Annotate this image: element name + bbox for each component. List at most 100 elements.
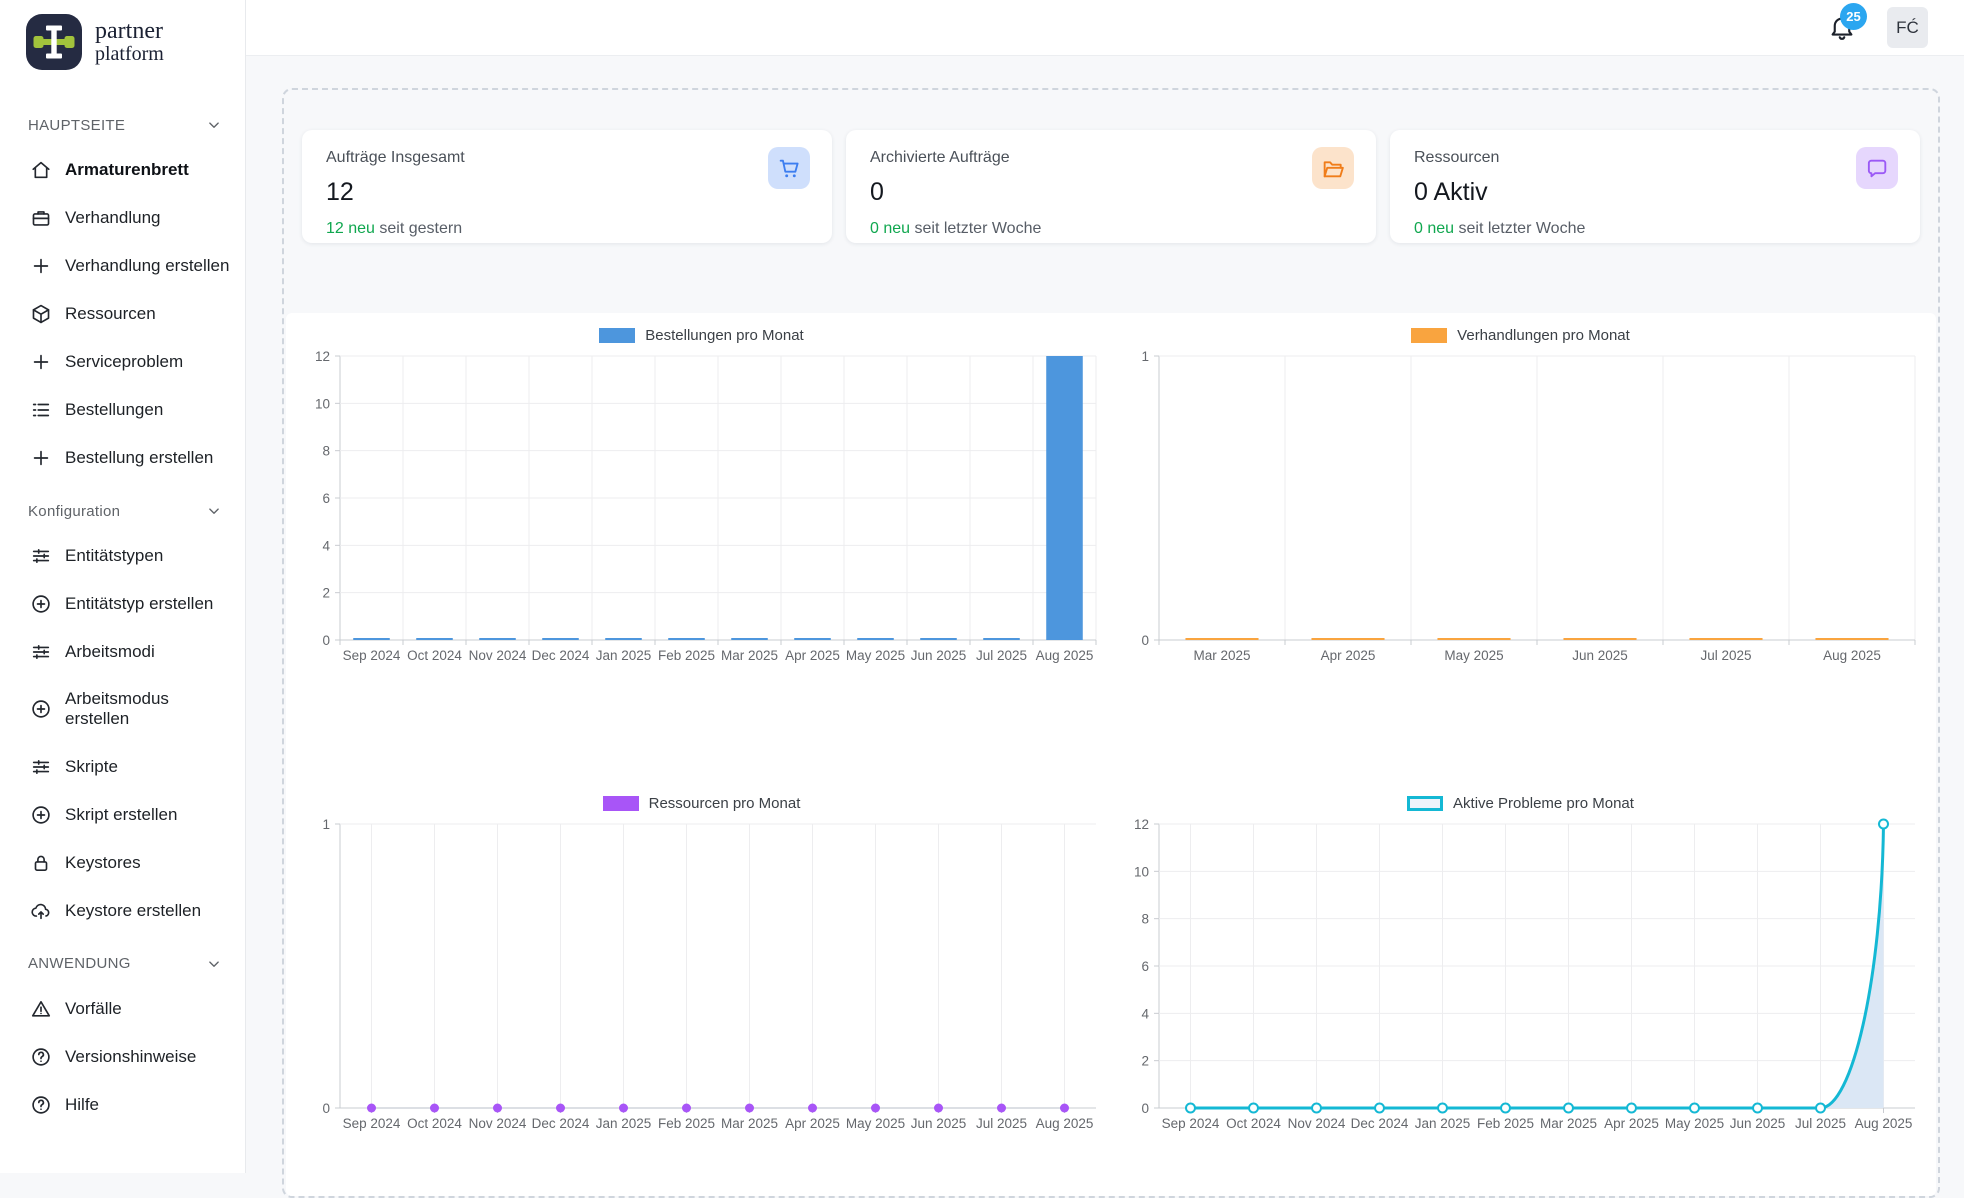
svg-text:Mar 2025: Mar 2025 <box>1539 1116 1596 1131</box>
sidebar-item-armaturenbrett[interactable]: Armaturenbrett <box>0 146 245 194</box>
chart-canvas-verhandlungen-pro-monat: 01Mar 2025Apr 2025May 2025Jun 2025Jul 20… <box>1117 348 1925 668</box>
sidebar-item-label: Skript erstellen <box>65 805 177 825</box>
card-archivierte-auftraege[interactable]: Archivierte Aufträge 0 0 neu seit letzte… <box>846 130 1376 243</box>
card-delta-positive: 12 neu <box>326 220 375 237</box>
chevron-down-icon <box>205 955 223 973</box>
svg-text:Apr 2025: Apr 2025 <box>1604 1116 1659 1131</box>
svg-text:Oct 2024: Oct 2024 <box>407 1116 462 1131</box>
card-delta-suffix: seit gestern <box>375 220 462 237</box>
svg-text:8: 8 <box>1141 911 1149 926</box>
sidebar-item-label: Verhandlung erstellen <box>65 256 229 276</box>
sidebar-item-label: Hilfe <box>65 1095 99 1115</box>
notification-count-badge: 25 <box>1840 3 1867 30</box>
sidebar-item-keystore-erstellen[interactable]: Keystore erstellen <box>0 887 245 935</box>
svg-text:Jan 2025: Jan 2025 <box>1414 1116 1470 1131</box>
svg-text:Jul 2025: Jul 2025 <box>975 648 1026 663</box>
legend-label: Ressourcen pro Monat <box>649 795 801 812</box>
sliders-icon <box>30 545 52 567</box>
svg-text:8: 8 <box>322 444 330 459</box>
chart-canvas-ressourcen-pro-monat: 01Sep 2024Oct 2024Nov 2024Dec 2024Jan 20… <box>298 816 1106 1136</box>
folder-iconbox <box>1312 147 1354 189</box>
card-title: Aufträge Insgesamt <box>326 149 808 167</box>
chart-bestellungen-pro-monat: Bestellungen pro Monat024681012Sep 2024O… <box>292 327 1111 729</box>
card-auftraege-insgesamt[interactable]: Aufträge Insgesamt 12 12 neu seit gester… <box>302 130 832 243</box>
svg-text:4: 4 <box>322 538 330 553</box>
sidebar-item-verhandlung[interactable]: Verhandlung <box>0 194 245 242</box>
chart-legend[interactable]: Verhandlungen pro Monat <box>1411 327 1630 344</box>
sidebar-item-hilfe[interactable]: Hilfe <box>0 1081 245 1129</box>
brand-logo[interactable]: partner platform <box>0 10 245 72</box>
sidebar-item-label: Arbeitsmodi <box>65 642 155 662</box>
sidebar-item-entitätstypen[interactable]: Entitätstypen <box>0 532 245 580</box>
svg-text:Dec 2024: Dec 2024 <box>531 1116 589 1131</box>
brand-line2: platform <box>95 44 164 65</box>
chart-legend[interactable]: Aktive Probleme pro Monat <box>1407 795 1634 812</box>
sidebar-item-serviceproblem[interactable]: Serviceproblem <box>0 338 245 386</box>
svg-text:May 2025: May 2025 <box>845 1116 904 1131</box>
svg-text:0: 0 <box>1141 633 1149 648</box>
svg-text:Aug 2025: Aug 2025 <box>1823 648 1881 663</box>
legend-label: Aktive Probleme pro Monat <box>1453 795 1634 812</box>
svg-text:Apr 2025: Apr 2025 <box>785 1116 840 1131</box>
svg-text:Mar 2025: Mar 2025 <box>720 1116 777 1131</box>
svg-text:Aug 2025: Aug 2025 <box>1035 648 1093 663</box>
card-value: 0 <box>870 178 1352 207</box>
plus-icon <box>30 255 52 277</box>
sidebar-item-skript-erstellen[interactable]: Skript erstellen <box>0 791 245 839</box>
chart-legend[interactable]: Bestellungen pro Monat <box>599 327 803 344</box>
sidebar-section-header-anwendung[interactable]: ANWENDUNG <box>0 943 245 985</box>
card-title: Ressourcen <box>1414 149 1896 167</box>
svg-text:Nov 2024: Nov 2024 <box>1287 1116 1345 1131</box>
card-delta: 0 neu seit letzter Woche <box>870 220 1352 238</box>
sidebar-item-arbeitsmodus-erstellen[interactable]: Arbeitsmodus erstellen <box>0 676 245 743</box>
card-ressourcen[interactable]: Ressourcen 0 Aktiv 0 neu seit letzter Wo… <box>1390 130 1920 243</box>
cart-iconbox <box>768 147 810 189</box>
sidebar-item-keystores[interactable]: Keystores <box>0 839 245 887</box>
sidebar-item-skripte[interactable]: Skripte <box>0 743 245 791</box>
svg-text:May 2025: May 2025 <box>1664 1116 1723 1131</box>
svg-text:Feb 2025: Feb 2025 <box>1476 1116 1533 1131</box>
folder-open-icon <box>1321 156 1346 181</box>
sidebar-section-header-hauptseite[interactable]: HAUPTSEITE <box>0 104 245 146</box>
svg-text:Dec 2024: Dec 2024 <box>1350 1116 1408 1131</box>
question-icon <box>30 1094 52 1116</box>
plus-circle-icon <box>30 698 52 720</box>
sidebar-item-arbeitsmodi[interactable]: Arbeitsmodi <box>0 628 245 676</box>
svg-text:Jul 2025: Jul 2025 <box>975 1116 1026 1131</box>
plus-circle-icon <box>30 804 52 826</box>
sidebar-item-label: Bestellung erstellen <box>65 448 213 468</box>
warning-icon <box>30 998 52 1020</box>
brand-name: partner platform <box>95 19 164 65</box>
sidebar-item-bestellungen[interactable]: Bestellungen <box>0 386 245 434</box>
sidebar-item-bestellung-erstellen[interactable]: Bestellung erstellen <box>0 434 245 482</box>
svg-text:Jun 2025: Jun 2025 <box>1572 648 1628 663</box>
card-delta-suffix: seit letzter Woche <box>1454 220 1585 237</box>
svg-text:Apr 2025: Apr 2025 <box>1320 648 1375 663</box>
cloud-upload-icon <box>30 900 52 922</box>
card-delta-positive: 0 neu <box>1414 220 1454 237</box>
sidebar-item-vorfälle[interactable]: Vorfälle <box>0 985 245 1033</box>
sidebar-section-header-konfiguration[interactable]: Konfiguration <box>0 490 245 532</box>
chart-ressourcen-pro-monat: Ressourcen pro Monat 01Sep 2024Oct 2024No… <box>292 795 1111 1197</box>
svg-text:10: 10 <box>314 396 329 411</box>
chart-canvas-bestellungen-pro-monat: 024681012Sep 2024Oct 2024Nov 2024Dec 202… <box>298 348 1106 668</box>
notifications-button[interactable]: 25 <box>1827 12 1859 44</box>
chart-aktive-probleme-pro-monat: Aktive Probleme pro Monat024681012Sep 20… <box>1111 795 1930 1197</box>
card-title: Archivierte Aufträge <box>870 149 1352 167</box>
user-avatar[interactable]: FĆ <box>1887 7 1928 48</box>
sidebar-item-verhandlung-erstellen[interactable]: Verhandlung erstellen <box>0 242 245 290</box>
plus-icon <box>30 351 52 373</box>
svg-text:Jan 2025: Jan 2025 <box>595 648 651 663</box>
sidebar-item-versionshinweise[interactable]: Versionshinweise <box>0 1033 245 1081</box>
sidebar-item-ressourcen[interactable]: Ressourcen <box>0 290 245 338</box>
svg-text:6: 6 <box>322 491 330 506</box>
sidebar-item-entitätstyp-erstellen[interactable]: Entitätstyp erstellen <box>0 580 245 628</box>
svg-text:Jun 2025: Jun 2025 <box>910 1116 966 1131</box>
svg-text:May 2025: May 2025 <box>1444 648 1503 663</box>
cube-icon <box>30 303 52 325</box>
sidebar-item-label: Verhandlung <box>65 208 160 228</box>
svg-text:1: 1 <box>1141 349 1149 364</box>
chart-legend[interactable]: Ressourcen pro Monat <box>603 795 801 812</box>
briefcase-icon <box>30 207 52 229</box>
legend-swatch <box>599 328 635 343</box>
